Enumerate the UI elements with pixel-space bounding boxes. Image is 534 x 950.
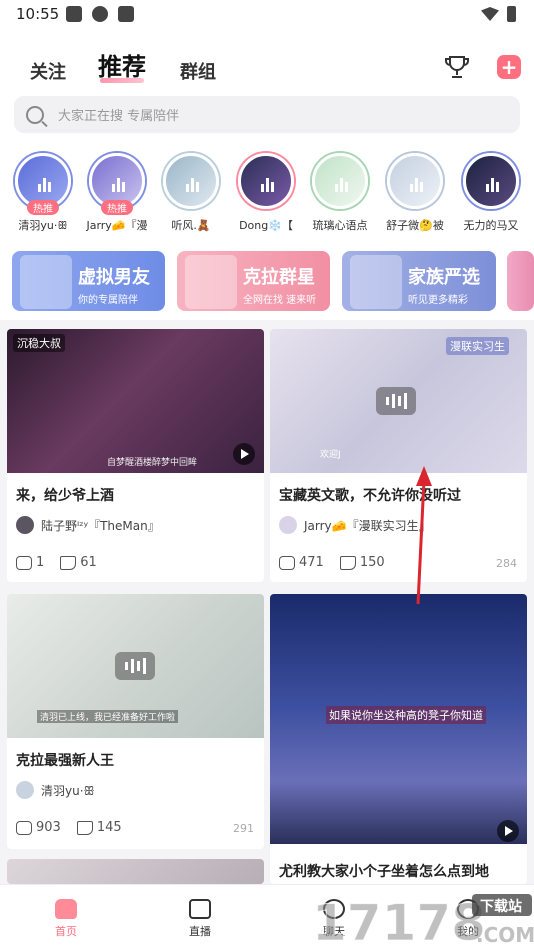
nav-label: 直播: [189, 925, 211, 938]
svg-text:.COM: .COM: [476, 923, 534, 947]
nav-home[interactable]: 首页: [36, 899, 96, 939]
home-icon: [55, 899, 77, 919]
svg-text:下载站: 下载站: [480, 898, 522, 915]
nav-live[interactable]: 直播: [170, 899, 230, 939]
annotation-arrow-icon: [416, 466, 432, 605]
site-watermark-logo: 17178 下载站 .COM: [312, 894, 534, 950]
video-icon: [189, 899, 211, 919]
nav-label: 首页: [55, 925, 77, 938]
svg-text:17178: 17178: [312, 894, 486, 950]
